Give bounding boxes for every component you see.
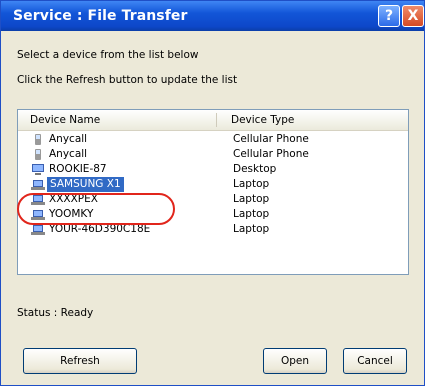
- device-type: Desktop: [233, 163, 277, 175]
- device-name: ROOKIE-87: [49, 163, 107, 175]
- list-item-selected[interactable]: SAMSUNG X1 Laptop: [19, 177, 407, 192]
- device-type: Laptop: [233, 223, 270, 235]
- list-item[interactable]: Anycall Cellular Phone: [19, 132, 407, 147]
- device-name: SAMSUNG X1: [47, 177, 124, 192]
- help-button[interactable]: ?: [378, 5, 400, 27]
- list-header: Device Name Device Type: [18, 110, 408, 131]
- title-bar[interactable]: Service : File Transfer ? X: [1, 1, 424, 31]
- phone-icon: [35, 149, 41, 160]
- column-divider[interactable]: [216, 113, 217, 127]
- device-type: Cellular Phone: [233, 148, 309, 160]
- instruction-select: Select a device from the list below: [17, 49, 199, 61]
- list-item[interactable]: Anycall Cellular Phone: [19, 147, 407, 162]
- open-button[interactable]: Open: [263, 348, 327, 374]
- phone-icon: [35, 134, 41, 145]
- file-transfer-dialog: Service : File Transfer ? X Select a dev…: [0, 0, 425, 386]
- device-name: Anycall: [49, 148, 88, 160]
- device-name: Anycall: [49, 133, 88, 145]
- list-item[interactable]: ROOKIE-87 Desktop: [19, 162, 407, 177]
- close-button[interactable]: X: [402, 5, 424, 27]
- status-text: Status : Ready: [17, 307, 94, 319]
- device-list[interactable]: Device Name Device Type Anycall Cellular…: [17, 109, 409, 275]
- window-title: Service : File Transfer: [13, 8, 188, 24]
- instruction-refresh: Click the Refresh button to update the l…: [17, 74, 238, 86]
- column-header-device-type[interactable]: Device Type: [231, 114, 294, 126]
- column-header-device-name[interactable]: Device Name: [30, 114, 100, 126]
- device-type: Cellular Phone: [233, 133, 309, 145]
- device-type: Laptop: [233, 208, 270, 220]
- device-type: Laptop: [233, 178, 270, 190]
- device-type: Laptop: [233, 193, 270, 205]
- cancel-button[interactable]: Cancel: [343, 348, 407, 374]
- annotation-circle: [17, 193, 175, 225]
- refresh-button[interactable]: Refresh: [23, 348, 137, 374]
- laptop-icon: [31, 180, 45, 190]
- desktop-icon: [32, 164, 44, 175]
